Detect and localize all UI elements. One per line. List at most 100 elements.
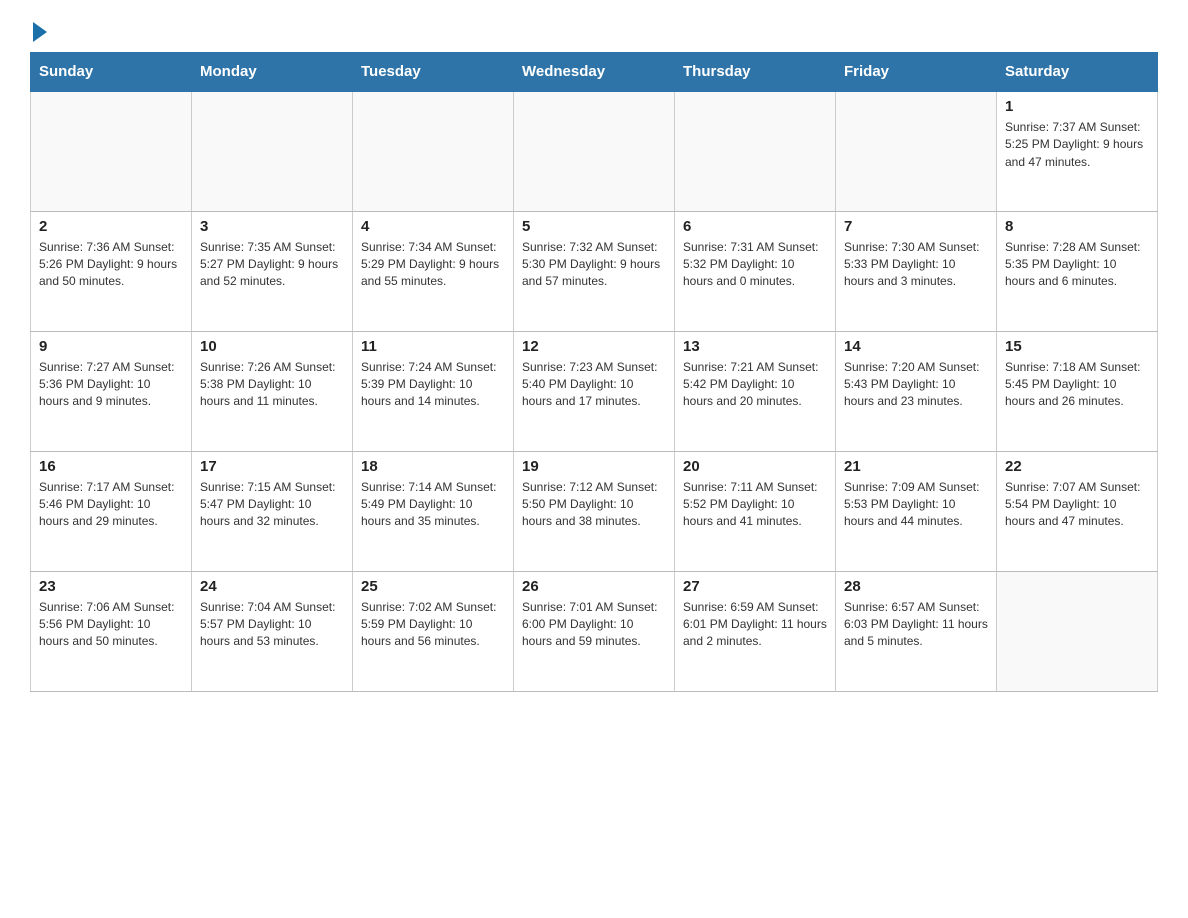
day-number: 6	[683, 218, 827, 235]
weekday-header-thursday: Thursday	[675, 53, 836, 92]
calendar-cell: 22 Sunrise: 7:07 AM Sunset: 5:54 PM Dayli…	[997, 451, 1158, 571]
day-info: Sunrise: 6:59 AM Sunset: 6:01 PM Dayligh…	[683, 599, 827, 651]
calendar-cell: 4 Sunrise: 7:34 AM Sunset: 5:29 PM Daylig…	[353, 211, 514, 331]
day-number: 1	[1005, 98, 1149, 115]
calendar-cell: 27 Sunrise: 6:59 AM Sunset: 6:01 PM Dayli…	[675, 571, 836, 691]
day-number: 8	[1005, 218, 1149, 235]
day-number: 2	[39, 218, 183, 235]
day-info: Sunrise: 7:18 AM Sunset: 5:45 PM Dayligh…	[1005, 359, 1149, 411]
day-info: Sunrise: 7:31 AM Sunset: 5:32 PM Dayligh…	[683, 239, 827, 291]
day-number: 25	[361, 578, 505, 595]
calendar-cell: 11 Sunrise: 7:24 AM Sunset: 5:39 PM Dayli…	[353, 331, 514, 451]
day-number: 3	[200, 218, 344, 235]
day-number: 22	[1005, 458, 1149, 475]
weekday-header-friday: Friday	[836, 53, 997, 92]
day-number: 23	[39, 578, 183, 595]
calendar-week-4: 16 Sunrise: 7:17 AM Sunset: 5:46 PM Dayli…	[31, 451, 1158, 571]
calendar-cell: 7Sunrise: 7:30 AM Sunset: 5:33 PM Daylig…	[836, 211, 997, 331]
day-number: 24	[200, 578, 344, 595]
calendar-week-1: 1 Sunrise: 7:37 AM Sunset: 5:25 PM Daylig…	[31, 91, 1158, 211]
calendar-cell: 21 Sunrise: 7:09 AM Sunset: 5:53 PM Dayli…	[836, 451, 997, 571]
day-info: Sunrise: 7:09 AM Sunset: 5:53 PM Dayligh…	[844, 479, 988, 531]
day-info: Sunrise: 7:24 AM Sunset: 5:39 PM Dayligh…	[361, 359, 505, 411]
calendar-cell: 5 Sunrise: 7:32 AM Sunset: 5:30 PM Daylig…	[514, 211, 675, 331]
calendar-cell: 25Sunrise: 7:02 AM Sunset: 5:59 PM Dayli…	[353, 571, 514, 691]
calendar-cell	[836, 91, 997, 211]
calendar-cell: 3 Sunrise: 7:35 AM Sunset: 5:27 PM Daylig…	[192, 211, 353, 331]
day-info: Sunrise: 7:21 AM Sunset: 5:42 PM Dayligh…	[683, 359, 827, 411]
day-info: Sunrise: 7:35 AM Sunset: 5:27 PM Dayligh…	[200, 239, 344, 291]
day-number: 4	[361, 218, 505, 235]
logo-arrow-icon	[33, 22, 47, 42]
day-info: Sunrise: 7:14 AM Sunset: 5:49 PM Dayligh…	[361, 479, 505, 531]
day-info: Sunrise: 7:28 AM Sunset: 5:35 PM Dayligh…	[1005, 239, 1149, 291]
day-info: Sunrise: 7:34 AM Sunset: 5:29 PM Dayligh…	[361, 239, 505, 291]
day-number: 9	[39, 338, 183, 355]
calendar-cell: 17 Sunrise: 7:15 AM Sunset: 5:47 PM Dayli…	[192, 451, 353, 571]
day-number: 12	[522, 338, 666, 355]
weekday-header-saturday: Saturday	[997, 53, 1158, 92]
day-number: 20	[683, 458, 827, 475]
calendar-cell: 15 Sunrise: 7:18 AM Sunset: 5:45 PM Dayli…	[997, 331, 1158, 451]
calendar-cell: 24 Sunrise: 7:04 AM Sunset: 5:57 PM Dayli…	[192, 571, 353, 691]
day-number: 21	[844, 458, 988, 475]
page-header	[30, 20, 1158, 42]
calendar-week-3: 9 Sunrise: 7:27 AM Sunset: 5:36 PM Daylig…	[31, 331, 1158, 451]
day-number: 10	[200, 338, 344, 355]
calendar-cell	[31, 91, 192, 211]
calendar-cell	[997, 571, 1158, 691]
day-info: Sunrise: 7:37 AM Sunset: 5:25 PM Dayligh…	[1005, 119, 1149, 171]
calendar-cell: 1 Sunrise: 7:37 AM Sunset: 5:25 PM Daylig…	[997, 91, 1158, 211]
day-number: 5	[522, 218, 666, 235]
day-info: Sunrise: 7:04 AM Sunset: 5:57 PM Dayligh…	[200, 599, 344, 651]
calendar-cell: 23 Sunrise: 7:06 AM Sunset: 5:56 PM Dayli…	[31, 571, 192, 691]
day-info: Sunrise: 7:20 AM Sunset: 5:43 PM Dayligh…	[844, 359, 988, 411]
day-number: 28	[844, 578, 988, 595]
calendar-cell	[514, 91, 675, 211]
day-info: Sunrise: 7:26 AM Sunset: 5:38 PM Dayligh…	[200, 359, 344, 411]
day-info: Sunrise: 7:27 AM Sunset: 5:36 PM Dayligh…	[39, 359, 183, 411]
day-number: 17	[200, 458, 344, 475]
day-number: 15	[1005, 338, 1149, 355]
calendar-cell	[675, 91, 836, 211]
day-number: 11	[361, 338, 505, 355]
calendar-cell: 8 Sunrise: 7:28 AM Sunset: 5:35 PM Daylig…	[997, 211, 1158, 331]
weekday-header-wednesday: Wednesday	[514, 53, 675, 92]
calendar-cell: 9 Sunrise: 7:27 AM Sunset: 5:36 PM Daylig…	[31, 331, 192, 451]
day-info: Sunrise: 7:32 AM Sunset: 5:30 PM Dayligh…	[522, 239, 666, 291]
calendar-cell	[192, 91, 353, 211]
day-number: 27	[683, 578, 827, 595]
calendar-cell: 13 Sunrise: 7:21 AM Sunset: 5:42 PM Dayli…	[675, 331, 836, 451]
weekday-header-sunday: Sunday	[31, 53, 192, 92]
day-info: Sunrise: 6:57 AM Sunset: 6:03 PM Dayligh…	[844, 599, 988, 651]
day-info: Sunrise: 7:01 AM Sunset: 6:00 PM Dayligh…	[522, 599, 666, 651]
calendar-cell: 12 Sunrise: 7:23 AM Sunset: 5:40 PM Dayli…	[514, 331, 675, 451]
calendar-cell: 26 Sunrise: 7:01 AM Sunset: 6:00 PM Dayli…	[514, 571, 675, 691]
calendar-cell: 20 Sunrise: 7:11 AM Sunset: 5:52 PM Dayli…	[675, 451, 836, 571]
day-info: Sunrise: 7:11 AM Sunset: 5:52 PM Dayligh…	[683, 479, 827, 531]
day-number: 26	[522, 578, 666, 595]
weekday-header-tuesday: Tuesday	[353, 53, 514, 92]
day-info: Sunrise: 7:12 AM Sunset: 5:50 PM Dayligh…	[522, 479, 666, 531]
day-info: Sunrise: 7:06 AM Sunset: 5:56 PM Dayligh…	[39, 599, 183, 651]
day-number: 13	[683, 338, 827, 355]
calendar-week-2: 2 Sunrise: 7:36 AM Sunset: 5:26 PM Daylig…	[31, 211, 1158, 331]
weekday-header-row: SundayMondayTuesdayWednesdayThursdayFrid…	[31, 53, 1158, 92]
day-info: Sunrise: 7:23 AM Sunset: 5:40 PM Dayligh…	[522, 359, 666, 411]
calendar-cell: 10 Sunrise: 7:26 AM Sunset: 5:38 PM Dayli…	[192, 331, 353, 451]
calendar-cell: 18Sunrise: 7:14 AM Sunset: 5:49 PM Dayli…	[353, 451, 514, 571]
day-info: Sunrise: 7:17 AM Sunset: 5:46 PM Dayligh…	[39, 479, 183, 531]
calendar-cell: 19Sunrise: 7:12 AM Sunset: 5:50 PM Dayli…	[514, 451, 675, 571]
day-info: Sunrise: 7:07 AM Sunset: 5:54 PM Dayligh…	[1005, 479, 1149, 531]
day-number: 14	[844, 338, 988, 355]
day-info: Sunrise: 7:15 AM Sunset: 5:47 PM Dayligh…	[200, 479, 344, 531]
day-number: 7	[844, 218, 988, 235]
calendar-cell: 6 Sunrise: 7:31 AM Sunset: 5:32 PM Daylig…	[675, 211, 836, 331]
calendar-cell	[353, 91, 514, 211]
day-info: Sunrise: 7:36 AM Sunset: 5:26 PM Dayligh…	[39, 239, 183, 291]
day-number: 16	[39, 458, 183, 475]
calendar-cell: 16 Sunrise: 7:17 AM Sunset: 5:46 PM Dayli…	[31, 451, 192, 571]
weekday-header-monday: Monday	[192, 53, 353, 92]
calendar-cell: 2 Sunrise: 7:36 AM Sunset: 5:26 PM Daylig…	[31, 211, 192, 331]
calendar-cell: 28 Sunrise: 6:57 AM Sunset: 6:03 PM Dayli…	[836, 571, 997, 691]
